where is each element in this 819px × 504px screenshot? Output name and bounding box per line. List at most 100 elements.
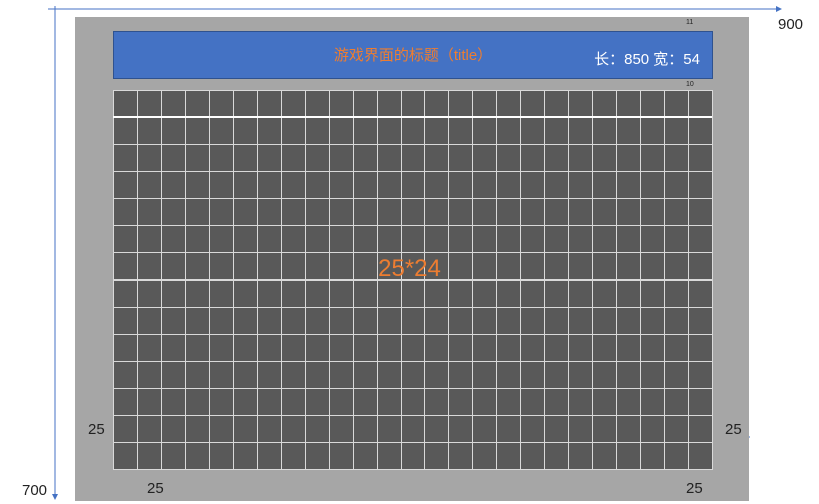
grid-cell bbox=[160, 225, 186, 254]
grid-cell bbox=[472, 360, 498, 389]
grid-cell bbox=[208, 144, 234, 173]
grid-cell bbox=[616, 117, 642, 146]
grid-cell bbox=[113, 333, 138, 362]
grid-cell bbox=[232, 441, 258, 470]
grid-cell bbox=[544, 414, 570, 443]
grid-cell bbox=[328, 441, 354, 470]
grid-cell bbox=[352, 117, 378, 146]
grid-cell bbox=[448, 225, 474, 254]
grid-cell bbox=[640, 360, 666, 389]
grid-cell bbox=[544, 171, 570, 200]
grid-cell bbox=[664, 90, 690, 119]
grid-cell bbox=[592, 198, 618, 227]
grid-cell bbox=[664, 441, 690, 470]
grid-cell bbox=[592, 90, 618, 119]
grid-cell bbox=[568, 387, 594, 416]
grid-cell bbox=[280, 144, 306, 173]
grid-cell bbox=[113, 171, 138, 200]
grid-cell bbox=[448, 387, 474, 416]
grid-cell bbox=[688, 333, 713, 362]
grid-cell bbox=[280, 90, 306, 119]
margin-right-label: 25 bbox=[725, 421, 742, 438]
grid-cell bbox=[448, 279, 474, 308]
grid-cell bbox=[544, 279, 570, 308]
grid-cell bbox=[640, 198, 666, 227]
grid-cell bbox=[113, 198, 138, 227]
margin-bottom-left-label: 25 bbox=[147, 480, 164, 497]
grid-cell bbox=[208, 279, 234, 308]
grid-cell bbox=[113, 225, 138, 254]
grid-cell bbox=[424, 306, 450, 335]
grid-cell bbox=[664, 306, 690, 335]
grid-cell bbox=[688, 387, 713, 416]
grid-cell bbox=[448, 90, 474, 119]
grid-cell bbox=[376, 306, 402, 335]
grid-cell bbox=[328, 387, 354, 416]
grid-cell bbox=[688, 441, 713, 470]
grid-cell bbox=[160, 90, 186, 119]
grid-cell bbox=[496, 387, 522, 416]
grid-cell bbox=[568, 225, 594, 254]
grid-cell bbox=[424, 414, 450, 443]
grid-cell bbox=[496, 225, 522, 254]
grid-cell bbox=[304, 306, 330, 335]
grid-cell bbox=[496, 171, 522, 200]
grid-cell bbox=[424, 279, 450, 308]
grid-cell bbox=[160, 171, 186, 200]
grid-cell bbox=[328, 117, 354, 146]
grid-cell bbox=[376, 171, 402, 200]
grid-cell bbox=[376, 144, 402, 173]
grid-cell bbox=[280, 414, 306, 443]
grid-cell bbox=[232, 360, 258, 389]
grid-cell bbox=[376, 90, 402, 119]
grid-cell bbox=[376, 198, 402, 227]
gap-top-label: 11 bbox=[686, 19, 694, 26]
grid-cell bbox=[184, 441, 210, 470]
grid-cell bbox=[256, 90, 282, 119]
grid-cell bbox=[352, 333, 378, 362]
grid-cell bbox=[688, 306, 713, 335]
grid-cell bbox=[280, 171, 306, 200]
grid-cell bbox=[113, 414, 138, 443]
grid-cell bbox=[592, 306, 618, 335]
grid-cell bbox=[544, 117, 570, 146]
grid-cell bbox=[208, 360, 234, 389]
grid-cell bbox=[328, 90, 354, 119]
grid-cell bbox=[640, 144, 666, 173]
grid-cell bbox=[184, 387, 210, 416]
grid-cell bbox=[256, 441, 282, 470]
grid-cell bbox=[400, 360, 426, 389]
grid-cell bbox=[376, 333, 402, 362]
grid-cell bbox=[640, 387, 666, 416]
grid-cell bbox=[616, 279, 642, 308]
grid-cell bbox=[304, 117, 330, 146]
grid-cell bbox=[520, 279, 546, 308]
grid-cell bbox=[496, 198, 522, 227]
grid-cell bbox=[400, 144, 426, 173]
grid-cell bbox=[352, 306, 378, 335]
grid-cell bbox=[184, 198, 210, 227]
grid-cell bbox=[256, 279, 282, 308]
grid-cell bbox=[520, 198, 546, 227]
grid-cell bbox=[256, 360, 282, 389]
grid-cell bbox=[208, 441, 234, 470]
grid-cell bbox=[160, 144, 186, 173]
grid-cell bbox=[208, 387, 234, 416]
grid-cell bbox=[424, 360, 450, 389]
grid-cell bbox=[640, 225, 666, 254]
grid-cell bbox=[304, 387, 330, 416]
grid-cell bbox=[256, 117, 282, 146]
grid-cell bbox=[520, 414, 546, 443]
grid-cell bbox=[664, 387, 690, 416]
grid-cell bbox=[448, 198, 474, 227]
grid-cell bbox=[472, 279, 498, 308]
grid-cell bbox=[640, 90, 666, 119]
grid-cell bbox=[400, 117, 426, 146]
grid-cell bbox=[184, 225, 210, 254]
grid-cell bbox=[688, 117, 713, 146]
grid-cell bbox=[520, 144, 546, 173]
grid-cell bbox=[280, 225, 306, 254]
grid-cell bbox=[160, 441, 186, 470]
grid-cell bbox=[352, 360, 378, 389]
grid-cell bbox=[352, 279, 378, 308]
